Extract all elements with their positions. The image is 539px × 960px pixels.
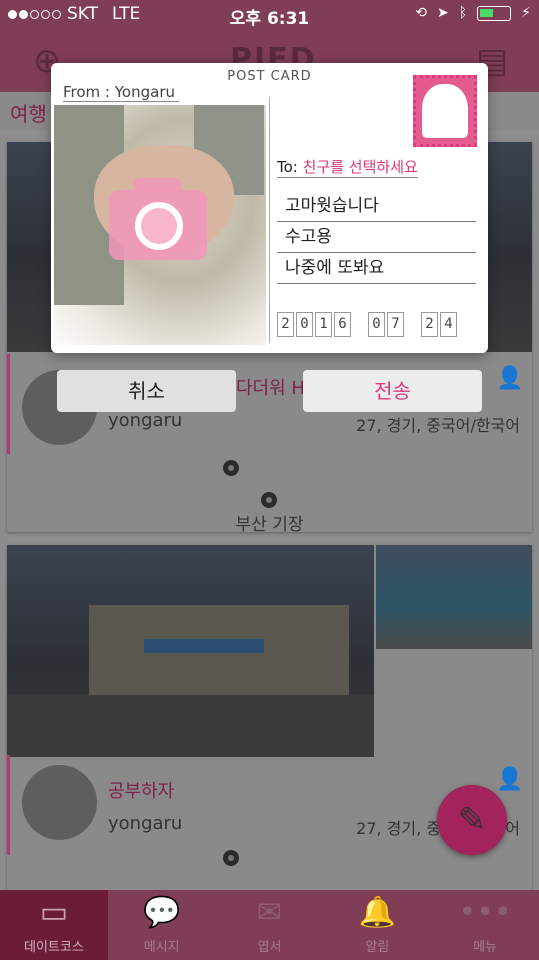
- bell-icon: 🔔: [358, 895, 396, 930]
- course-photo-side: [376, 545, 532, 649]
- stamp-icon: [413, 75, 477, 147]
- tab-messages[interactable]: 💬 메시지: [108, 890, 216, 960]
- user-icon: 👤: [496, 366, 524, 391]
- plaza-image: [7, 695, 374, 757]
- tab-notifications[interactable]: 🔔 알림: [323, 890, 431, 960]
- tab-label: 알림: [365, 940, 390, 955]
- tab-postcard[interactable]: ✉ 엽서: [216, 890, 324, 960]
- message-line[interactable]: 나중에 또봐요: [277, 253, 476, 284]
- postcard-dialog: POST CARD From : Yongaru To: 친구를 선택하세요 고…: [51, 63, 488, 353]
- section-title: 여행: [10, 102, 47, 126]
- map-icon: ▭: [39, 895, 69, 930]
- charging-icon: ⚡: [521, 5, 531, 21]
- date-digit: 7: [387, 312, 404, 337]
- rotation-lock-icon: ⟲: [415, 5, 428, 21]
- bottom-tab-bar: ▭ 데이트코스 💬 메시지 ✉ 엽서 🔔 알림 ••• 메뉴: [0, 890, 539, 960]
- tab-label: 엽서: [257, 940, 282, 955]
- location-icon: ➤: [437, 5, 449, 21]
- card-username: yongaru: [108, 813, 183, 834]
- user-icon: 👤: [496, 767, 524, 792]
- tab-label: 메시지: [143, 940, 180, 955]
- date-digit: 6: [334, 312, 351, 337]
- date-digit: 0: [368, 312, 385, 337]
- message-line[interactable]: 고마웟습니다: [277, 191, 476, 222]
- card-place: 부산 기장: [235, 515, 304, 535]
- status-icons: ⟲ ➤ ᛒ ⚡: [415, 5, 531, 21]
- tab-label: 데이트코스: [23, 940, 84, 955]
- date-field[interactable]: 2 0 1 6 0 7 2 4: [277, 312, 457, 337]
- postcard-icon: ✉: [256, 895, 283, 930]
- message-line[interactable]: 수고용: [277, 222, 476, 253]
- to-label: To:: [277, 158, 298, 176]
- status-bar: SKT LTE 오후 6:31 ⟲ ➤ ᛒ ⚡: [0, 0, 539, 30]
- chat-icon: 💬: [143, 895, 181, 930]
- date-digit: 0: [296, 312, 313, 337]
- tab-date-course[interactable]: ▭ 데이트코스: [0, 890, 108, 960]
- battery-icon: [477, 5, 512, 21]
- to-value: 친구를 선택하세요: [302, 158, 418, 176]
- more-icon: •••: [458, 895, 512, 930]
- date-digit: 1: [315, 312, 332, 337]
- postcard-photo[interactable]: [54, 105, 266, 345]
- date-digit: 2: [421, 312, 438, 337]
- pin-icon: [223, 850, 239, 866]
- avatar[interactable]: [22, 765, 97, 840]
- card-username: yongaru: [108, 410, 183, 431]
- camera-icon[interactable]: [109, 178, 207, 260]
- card-title: 공부하자: [108, 781, 175, 802]
- date-digit: 4: [440, 312, 457, 337]
- write-fab-button[interactable]: ✎: [437, 785, 507, 855]
- course-photo-main: [7, 545, 374, 757]
- recipient-field[interactable]: To: 친구를 선택하세요: [277, 156, 418, 178]
- postcard-from: From : Yongaru: [63, 83, 179, 102]
- pin-icon: [261, 492, 277, 508]
- pen-icon: ✎: [457, 800, 487, 840]
- postcard-divider: [269, 97, 270, 343]
- send-button[interactable]: 전송: [303, 370, 482, 412]
- card-meta: 27, 경기, 중국어/한국어: [356, 416, 520, 435]
- date-digit: 2: [277, 312, 294, 337]
- tab-menu[interactable]: ••• 메뉴: [431, 890, 539, 960]
- building-image: [89, 605, 349, 695]
- tab-label: 메뉴: [473, 940, 498, 955]
- cancel-button[interactable]: 취소: [57, 370, 236, 412]
- bluetooth-icon: ᛒ: [458, 5, 468, 21]
- pin-icon: [223, 460, 239, 476]
